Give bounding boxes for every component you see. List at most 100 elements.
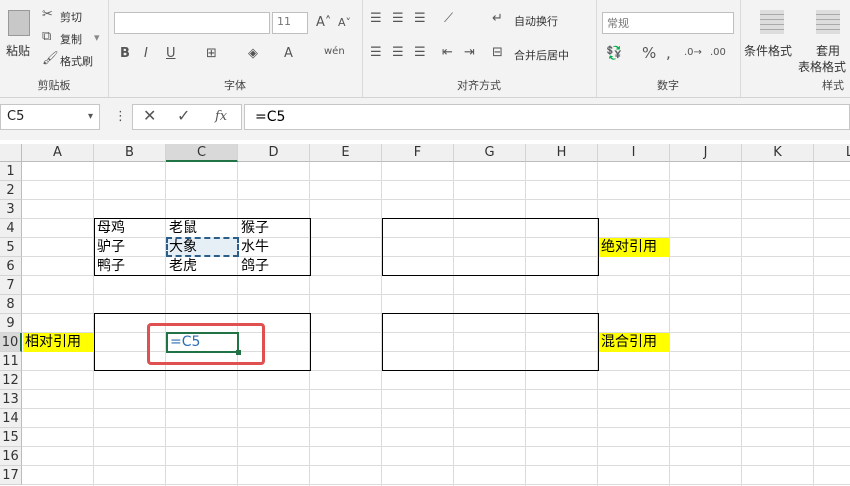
cell-B5[interactable]: 驴子 (97, 238, 125, 257)
grid-hline (22, 408, 850, 409)
align-center-icon[interactable]: ☰ (392, 46, 404, 60)
merge-center-button[interactable]: ⊟ 合并后居中 (492, 46, 592, 63)
row-header-8[interactable]: 8 (0, 295, 22, 314)
cell-C5[interactable]: 大象 (169, 238, 197, 257)
grid-hline (22, 484, 850, 485)
phonetic-icon[interactable]: wén (324, 45, 345, 59)
orientation-icon[interactable]: ⟋ (444, 12, 453, 26)
conditional-format-button[interactable]: 条件格式 (744, 8, 800, 68)
row-header-14[interactable]: 14 (0, 409, 22, 428)
increase-indent-icon[interactable]: ⇥ (464, 46, 475, 60)
format-painter-button[interactable]: 🖌 格式刷 (42, 51, 104, 69)
increase-decimal-icon[interactable]: .0→ (684, 46, 702, 60)
row-header-4[interactable]: 4 (0, 219, 22, 238)
row-header-5[interactable]: 5 (0, 238, 22, 257)
currency-icon[interactable]: 💱 (606, 47, 622, 61)
cell-A10-label[interactable]: 相对引用 (23, 333, 94, 352)
copy-button[interactable]: ⧉ 复制 ▾ (42, 29, 104, 47)
align-left-icon[interactable]: ☰ (370, 46, 382, 60)
italic-icon[interactable]: I (144, 47, 148, 61)
column-header-L[interactable]: L (814, 144, 850, 162)
column-header-E[interactable]: E (310, 144, 382, 162)
cell-B6[interactable]: 鸭子 (97, 257, 125, 276)
row-header-2[interactable]: 2 (0, 181, 22, 200)
column-header-F[interactable]: F (382, 144, 454, 162)
row-header-3[interactable]: 3 (0, 200, 22, 219)
fill-color-icon[interactable]: ◈ (248, 47, 258, 61)
clipboard-group: 粘贴 ✂ 剪切 ⧉ 复制 ▾ 🖌 格式刷 剪贴板 (0, 0, 109, 97)
decrease-decimal-icon[interactable]: .00 (710, 46, 726, 60)
column-header-B[interactable]: B (94, 144, 166, 162)
table-style-icon (816, 10, 840, 34)
row-header-10[interactable]: 10 (0, 333, 22, 352)
cell-I10-label[interactable]: 混合引用 (599, 333, 670, 352)
underline-icon[interactable]: U (166, 47, 176, 61)
bold-icon[interactable]: B (120, 47, 130, 61)
wrap-text-button[interactable]: ↵ 自动换行 (492, 11, 592, 29)
grid-hline (22, 199, 850, 200)
font-group: 11 A˄ A˅ B I U ⊞ ◈ A wén 字体 (108, 0, 363, 97)
number-format-select[interactable]: 常规 (602, 12, 734, 34)
column-header-G[interactable]: G (454, 144, 526, 162)
scissors-icon: ✂ (42, 7, 53, 22)
paste-icon (8, 10, 30, 36)
cell-D6[interactable]: 鸽子 (241, 257, 269, 276)
brush-icon: 🖌 (42, 51, 59, 66)
grid-vline (669, 162, 670, 486)
row-header-16[interactable]: 16 (0, 447, 22, 466)
format-as-table-button[interactable]: 套用 表格格式 (798, 8, 850, 74)
alignment-group: ☰ ☰ ☰ ⟋ ↵ 自动换行 ☰ ☰ ☰ ⇤ ⇥ ⊟ 合并后居中 对齐方式 (362, 0, 597, 97)
number-group-label: 数字 (657, 79, 679, 92)
cell-B4[interactable]: 母鸡 (97, 219, 125, 238)
enter-icon[interactable]: ✓ (177, 108, 190, 124)
name-box[interactable]: C5 (0, 104, 100, 130)
row-header-13[interactable]: 13 (0, 390, 22, 409)
align-right-icon[interactable]: ☰ (414, 46, 426, 60)
cell-C6[interactable]: 老虎 (169, 257, 197, 276)
column-header-D[interactable]: D (238, 144, 310, 162)
column-header-J[interactable]: J (670, 144, 742, 162)
column-header-H[interactable]: H (526, 144, 598, 162)
column-header-K[interactable]: K (742, 144, 814, 162)
font-size-select[interactable]: 11 (272, 12, 308, 34)
row-header-17[interactable]: 17 (0, 466, 22, 485)
shrink-font-icon[interactable]: A˅ (338, 16, 351, 30)
grid-hline (22, 294, 850, 295)
column-header-I[interactable]: I (598, 144, 670, 162)
row-header-6[interactable]: 6 (0, 257, 22, 276)
cancel-icon[interactable]: ✕ (143, 108, 156, 124)
insert-function-icon[interactable]: fx (215, 110, 227, 124)
copy-icon: ⧉ (42, 29, 52, 44)
font-color-icon[interactable]: A (284, 47, 293, 61)
cell-C4[interactable]: 老鼠 (169, 219, 197, 238)
paste-button[interactable]: 粘贴 (4, 8, 34, 60)
row-header-7[interactable]: 7 (0, 276, 22, 295)
row-header-9[interactable]: 9 (0, 314, 22, 333)
row-header-11[interactable]: 11 (0, 352, 22, 371)
column-header-C[interactable]: C (166, 144, 238, 162)
comma-icon[interactable]: , (666, 46, 671, 61)
border-icon[interactable]: ⊞ (206, 47, 217, 61)
wrap-icon: ↵ (492, 11, 503, 26)
decrease-indent-icon[interactable]: ⇤ (442, 46, 453, 60)
grow-font-icon[interactable]: A˄ (316, 16, 331, 30)
copy-label: 复制 (60, 33, 82, 46)
percent-icon[interactable]: % (642, 46, 656, 61)
wrap-text-label: 自动换行 (514, 15, 558, 28)
row-header-12[interactable]: 12 (0, 371, 22, 390)
formula-input[interactable]: =C5 (244, 104, 850, 130)
format-as-table-label2: 表格格式 (798, 60, 847, 74)
align-bottom-icon[interactable]: ☰ (414, 12, 426, 26)
cell-D4[interactable]: 猴子 (241, 219, 269, 238)
row-header-1[interactable]: 1 (0, 162, 22, 181)
cell-I5-label[interactable]: 绝对引用 (599, 238, 670, 257)
font-name-select[interactable] (114, 12, 270, 34)
chevron-down-icon[interactable]: ▾ (88, 110, 93, 124)
row-header-15[interactable]: 15 (0, 428, 22, 447)
select-all-corner[interactable] (0, 144, 22, 162)
column-header-A[interactable]: A (22, 144, 94, 162)
align-middle-icon[interactable]: ☰ (392, 12, 404, 26)
align-top-icon[interactable]: ☰ (370, 12, 382, 26)
cut-button[interactable]: ✂ 剪切 (42, 7, 102, 25)
cell-D5[interactable]: 水牛 (241, 238, 269, 257)
